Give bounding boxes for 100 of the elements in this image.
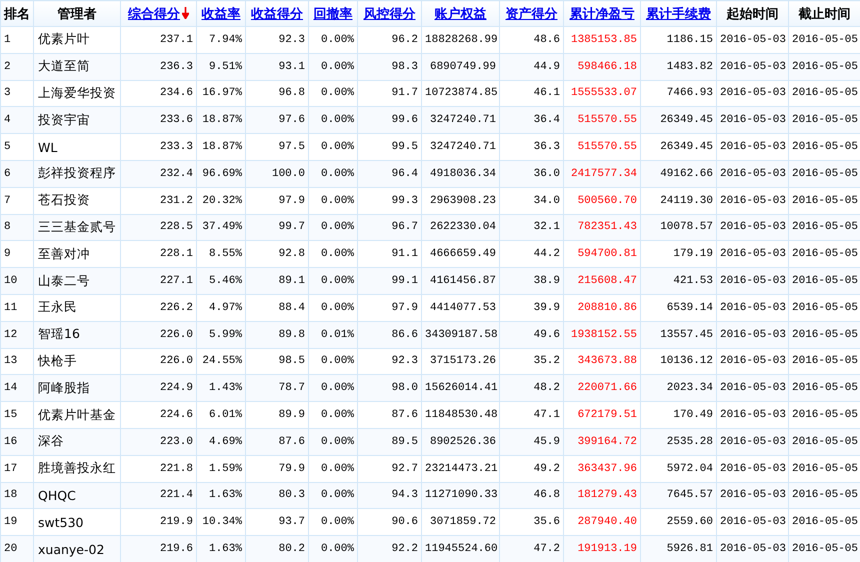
table-cell: 99.5 (358, 134, 422, 160)
table-cell: 2016-05-05 (788, 482, 860, 509)
table-cell: 14 (0, 374, 34, 402)
table-cell: 515570.55 (564, 134, 640, 160)
table-cell: 47.1 (500, 402, 564, 428)
table-cell: 2016-05-05 (788, 268, 860, 294)
table-cell: 11848530.48 (422, 402, 500, 428)
table-cell: 10078.57 (640, 214, 716, 241)
table-cell: 0.00% (308, 187, 358, 214)
table-cell: 2016-05-03 (716, 106, 788, 134)
table-cell: 0.00% (308, 53, 358, 80)
table-cell: 0.00% (308, 482, 358, 509)
table-cell: 97.9 (358, 294, 422, 322)
manager-name: 深谷 (34, 428, 120, 456)
table-cell: 15626014.41 (422, 374, 500, 402)
table-cell: 11 (0, 294, 34, 322)
table-cell: 0.00% (308, 402, 358, 428)
table-cell: 170.49 (640, 402, 716, 428)
table-cell: 0.01% (308, 321, 358, 348)
table-cell: 0.00% (308, 536, 358, 562)
sort-link[interactable]: 账户权益 (434, 6, 486, 22)
table-cell: 20 (0, 536, 34, 562)
table-cell: 2963908.23 (422, 187, 500, 214)
table-cell: 97.5 (246, 134, 308, 160)
table-cell: 7645.57 (640, 482, 716, 509)
table-cell: 96.4 (358, 160, 422, 188)
table-cell: 2016-05-03 (716, 134, 788, 160)
table-cell: 2016-05-05 (788, 53, 860, 80)
table-cell: 2016-05-03 (716, 214, 788, 241)
table-cell: 4918036.34 (422, 160, 500, 188)
sort-link[interactable]: 资产得分 (506, 6, 558, 22)
table-cell: 0.00% (308, 374, 358, 402)
sort-link[interactable]: 风控得分 (364, 6, 416, 22)
table-cell: 89.5 (358, 428, 422, 456)
table-cell: 2016-05-03 (716, 402, 788, 428)
table-cell: 231.2 (120, 187, 196, 214)
table-cell: 2016-05-03 (716, 482, 788, 509)
table-cell: 6539.14 (640, 294, 716, 322)
table-cell: 97.9 (246, 187, 308, 214)
table-cell: 1.63% (196, 482, 246, 509)
table-cell: 4161456.87 (422, 268, 500, 294)
table-cell: 89.9 (246, 402, 308, 428)
table-cell: 224.9 (120, 374, 196, 402)
manager-name: 优素片叶基金 (34, 402, 120, 428)
table-cell: 89.8 (246, 321, 308, 348)
table-cell: 0.00% (308, 455, 358, 482)
table-cell: 363437.96 (564, 455, 640, 482)
table-cell: 0.00% (308, 214, 358, 241)
table-cell: 34.0 (500, 187, 564, 214)
table-cell: 6.01% (196, 402, 246, 428)
sort-link[interactable]: 收益率 (202, 6, 240, 22)
table-cell: 9.51% (196, 53, 246, 80)
sort-link[interactable]: 综合得分 (128, 6, 180, 22)
table-cell: 208810.86 (564, 294, 640, 322)
table-cell: 20.32% (196, 187, 246, 214)
table-cell: 96.2 (358, 26, 422, 54)
sort-link[interactable]: 收益得分 (251, 6, 303, 22)
table-cell: 18.87% (196, 134, 246, 160)
table-cell: 782351.43 (564, 214, 640, 241)
manager-name: 智瑶16 (34, 321, 120, 348)
sort-link[interactable]: 累计手续费 (646, 6, 711, 22)
table-cell: 87.6 (358, 402, 422, 428)
table-cell: 672179.51 (564, 402, 640, 428)
sort-link[interactable]: 累计净盈亏 (570, 6, 634, 22)
table-cell: 92.3 (246, 26, 308, 54)
column-header: 管理者 (34, 0, 120, 26)
table-cell: 2016-05-05 (788, 106, 860, 134)
table-cell: 2535.28 (640, 428, 716, 456)
table-cell: 18828268.99 (422, 26, 500, 54)
table-cell: 2 (0, 53, 34, 80)
table-cell: 1483.82 (640, 53, 716, 80)
table-cell: 99.6 (358, 106, 422, 134)
table-cell: 7 (0, 187, 34, 214)
table-cell: 80.2 (246, 536, 308, 562)
table-cell: 4.69% (196, 428, 246, 456)
sort-link[interactable]: 回撤率 (314, 6, 352, 22)
manager-name: 苍石投资 (34, 187, 120, 214)
column-header: 截止时间 (788, 0, 860, 26)
table-cell: 2016-05-03 (716, 455, 788, 482)
table-cell: 5926.81 (640, 536, 716, 562)
table-cell: 2016-05-03 (716, 536, 788, 562)
table-cell: 26349.45 (640, 134, 716, 160)
table-cell: 0.00% (308, 160, 358, 188)
table-cell: 6890749.99 (422, 53, 500, 80)
table-cell: 48.6 (500, 26, 564, 54)
table-cell: 98.0 (358, 374, 422, 402)
table-cell: 49162.66 (640, 160, 716, 188)
table-cell: 2016-05-05 (788, 321, 860, 348)
table-cell: 92.7 (358, 455, 422, 482)
table-cell: 4414077.53 (422, 294, 500, 322)
table-cell: 220071.66 (564, 374, 640, 402)
table-cell: 78.7 (246, 374, 308, 402)
table-cell: 223.0 (120, 428, 196, 456)
column-header: 起始时间 (716, 0, 788, 26)
table-cell: 1186.15 (640, 26, 716, 54)
table-cell: 48.2 (500, 374, 564, 402)
table-cell: 5972.04 (640, 455, 716, 482)
table-cell: 215608.47 (564, 268, 640, 294)
table-cell: 17 (0, 455, 34, 482)
table-cell: 2016-05-05 (788, 536, 860, 562)
